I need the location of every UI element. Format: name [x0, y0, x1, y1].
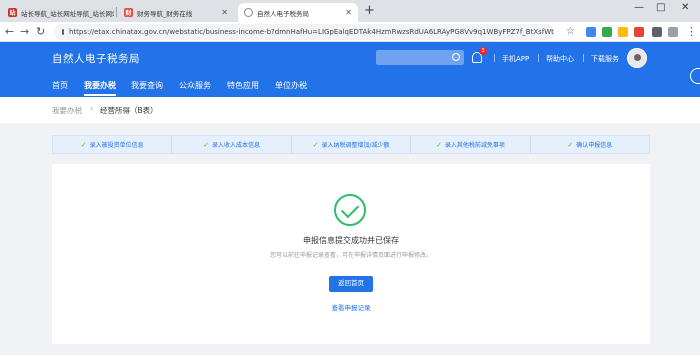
- extension-icon[interactable]: [618, 27, 628, 37]
- floating-service-tab[interactable]: [690, 68, 700, 84]
- window-close-button[interactable]: ✕: [681, 2, 689, 13]
- return-home-button[interactable]: 返回首页: [329, 276, 373, 292]
- browser-tab-2[interactable]: 财 财务导航_财务在线 ✕: [118, 3, 234, 22]
- notification-badge: 3: [479, 47, 487, 55]
- check-icon: ✓: [312, 140, 319, 149]
- success-check-icon: [334, 194, 366, 226]
- extensions-puzzle-icon[interactable]: [652, 27, 662, 37]
- extension-icon[interactable]: [602, 27, 612, 37]
- check-icon: ✓: [203, 140, 210, 149]
- view-records-link[interactable]: 查看申报记录: [52, 302, 650, 312]
- site-header: 自然人电子税务局 3 手机APP 帮助中心 下载服务 首页 我要办税 我要查询 …: [0, 42, 700, 97]
- download-service-link[interactable]: 下载服务: [591, 54, 619, 64]
- step-label: 录入纳税调整增加/减少额: [321, 142, 390, 149]
- help-center-link[interactable]: 帮助中心: [546, 54, 574, 64]
- check-icon: ✓: [435, 140, 442, 149]
- result-subtitle: 您可以前往申报记录查看，可在申报详情页面进行申报修改。: [269, 252, 432, 259]
- site-title[interactable]: 自然人电子税务局: [52, 51, 140, 66]
- step-item: ✓ 录入收入成本信息: [172, 136, 292, 153]
- site-favicon-icon: 站: [8, 8, 17, 17]
- nav-unit-tax[interactable]: 单位办税: [275, 80, 307, 94]
- result-title: 申报信息提交成功并已保存: [303, 236, 399, 245]
- tab-title: 站长导航_站长网址导航_站长网站: [21, 9, 114, 18]
- nav-public-service[interactable]: 公众服务: [179, 80, 211, 94]
- close-icon[interactable]: ✕: [217, 8, 228, 17]
- globe-icon: [244, 8, 253, 17]
- step-item: ✓ 录入纳税调整增加/减少额: [292, 136, 412, 153]
- tab-divider: [116, 7, 117, 17]
- divider: [538, 54, 539, 62]
- reload-icon[interactable]: ↻: [36, 25, 45, 39]
- nav-tax-handling[interactable]: 我要办税: [84, 80, 116, 96]
- step-item: ✓ 确认申报信息: [531, 136, 649, 153]
- divider: [494, 54, 495, 62]
- browser-tab-1[interactable]: 站 站长导航_站长网址导航_站长网站 ✕: [2, 3, 114, 22]
- minimize-button[interactable]: —: [634, 2, 644, 13]
- forward-arrow-icon[interactable]: →: [20, 25, 29, 39]
- check-icon: ✓: [80, 140, 87, 149]
- tab-title: 自然人电子税务局: [257, 9, 309, 18]
- lock-icon: [62, 29, 64, 35]
- step-item: ✓ 录入其他税前减免事项: [411, 136, 531, 153]
- step-item: ✓ 录入被投资单位信息: [53, 136, 173, 153]
- more-menu-icon[interactable]: ⋮: [686, 25, 697, 39]
- maximize-button[interactable]: □: [656, 2, 665, 13]
- mobile-app-link[interactable]: 手机APP: [502, 54, 529, 64]
- url-bar[interactable]: https://etax.chinatax.gov.cn/webstatic/b…: [54, 24, 554, 40]
- step-label: 录入收入成本信息: [212, 142, 261, 149]
- step-label: 录入其他税前减免事项: [444, 142, 505, 149]
- back-arrow-icon[interactable]: ←: [5, 25, 14, 39]
- extension-icon[interactable]: [586, 27, 596, 37]
- result-card: 申报信息提交成功并已保存 您可以前往申报记录查看，可在申报详情页面进行申报修改。…: [52, 164, 650, 344]
- search-input[interactable]: [376, 50, 464, 65]
- progress-steps: ✓ 录入被投资单位信息 ✓ 录入收入成本信息 ✓ 录入纳税调整增加/减少额 ✓ 录入其他…: [52, 135, 650, 154]
- check-icon: ✓: [567, 140, 574, 149]
- step-label: 录入被投资单位信息: [89, 142, 144, 149]
- browser-tab-active[interactable]: 自然人电子税务局 ✕: [238, 3, 358, 22]
- breadcrumb: 我要办税 › 经营所得（B表）: [0, 97, 700, 123]
- search-icon[interactable]: [452, 53, 460, 61]
- step-label: 确认申报信息: [576, 142, 613, 149]
- breadcrumb-separator: ›: [90, 104, 94, 113]
- extension-icon[interactable]: [634, 27, 644, 37]
- browser-tab-strip: 站 站长导航_站长网址导航_站长网站 ✕ 财 财务导航_财务在线 ✕ 自然人电子…: [0, 0, 700, 22]
- breadcrumb-current: 经营所得（B表）: [100, 106, 158, 115]
- new-tab-button[interactable]: +: [364, 4, 375, 18]
- avatar[interactable]: [627, 48, 647, 68]
- url-text: https://etax.chinatax.gov.cn/webstatic/b…: [69, 28, 554, 36]
- nav-featured-apps[interactable]: 特色应用: [227, 80, 259, 94]
- main-content: 我要办税 › 经营所得（B表） ✓ 录入被投资单位信息 ✓ 录入收入成本信息 ✓ 录入…: [0, 97, 700, 355]
- breadcrumb-parent[interactable]: 我要办税: [52, 105, 82, 116]
- site-favicon-icon: 财: [124, 8, 133, 17]
- nav-home[interactable]: 首页: [52, 80, 68, 94]
- divider: [583, 54, 584, 62]
- bookmark-star-icon[interactable]: ☆: [566, 25, 575, 39]
- nav-query[interactable]: 我要查询: [131, 80, 163, 94]
- address-toolbar: ← → ↻ https://etax.chinatax.gov.cn/webst…: [0, 22, 700, 42]
- profile-icon[interactable]: [668, 27, 678, 37]
- tab-title: 财务导航_财务在线: [137, 9, 193, 18]
- close-icon[interactable]: ✕: [341, 8, 352, 17]
